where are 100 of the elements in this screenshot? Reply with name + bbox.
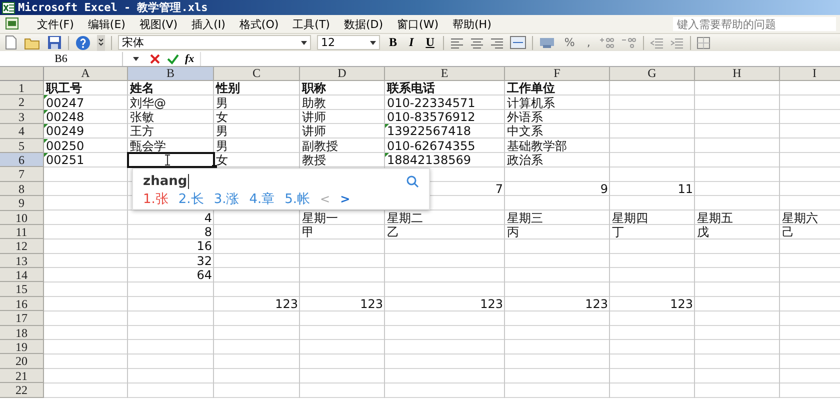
column-header[interactable]: C: [214, 67, 300, 81]
sheet-cell[interactable]: 男: [214, 138, 300, 153]
sheet-cell[interactable]: 女: [214, 110, 300, 124]
row-header[interactable]: 3: [0, 110, 44, 124]
menu-item[interactable]: 窗口(W): [390, 16, 446, 32]
sheet-cell[interactable]: 乙: [385, 224, 505, 240]
menu-item[interactable]: 工具(T): [286, 16, 337, 32]
candidate-word[interactable]: 1.张: [143, 190, 168, 208]
column-header[interactable]: B: [128, 67, 214, 81]
sheet-cell[interactable]: 32: [128, 254, 214, 268]
sheet-cell[interactable]: 星期四: [610, 210, 695, 225]
sheet-cell[interactable]: 职工号: [44, 81, 128, 96]
sheet-cell[interactable]: 00247: [44, 95, 128, 110]
row-header[interactable]: 20: [0, 354, 44, 369]
sheet-cell[interactable]: 11: [610, 182, 695, 196]
percent-button[interactable]: %: [561, 35, 578, 50]
sheet-cell[interactable]: 123: [385, 296, 505, 312]
sheet-cell[interactable]: 64: [128, 268, 214, 282]
underline-button[interactable]: U: [422, 35, 438, 50]
menu-item[interactable]: 格式(O): [232, 16, 286, 32]
sheet-cell[interactable]: 星期三: [505, 210, 610, 225]
sheet-cell[interactable]: 星期一: [300, 210, 385, 225]
sheet-cell[interactable]: 戊: [695, 224, 780, 240]
row-header[interactable]: 8: [0, 182, 44, 196]
row-header[interactable]: 22: [0, 383, 44, 398]
sheet-cell[interactable]: 讲师: [300, 110, 385, 124]
menu-item[interactable]: 文件(F): [30, 16, 81, 32]
sheet-cell[interactable]: 9: [505, 182, 610, 196]
sheet-cell[interactable]: 外语系: [505, 110, 610, 124]
sheet-cell[interactable]: 联系电话: [385, 81, 505, 96]
row-header[interactable]: 5: [0, 138, 44, 153]
sheet-cell[interactable]: 己: [780, 224, 840, 240]
candidate-word[interactable]: 5.帐: [284, 190, 310, 208]
sheet-cell[interactable]: 010-62674355: [385, 138, 505, 153]
sheet-cell[interactable]: 教授: [300, 152, 385, 168]
font-dropdown[interactable]: 宋体: [118, 35, 311, 50]
sheet-cell[interactable]: 00251: [44, 152, 128, 168]
sheet-cell[interactable]: 刘华@: [128, 95, 214, 110]
comma-button[interactable]: ,: [584, 35, 594, 50]
menu-item[interactable]: 插入(I): [184, 16, 232, 32]
row-header[interactable]: 1: [0, 81, 44, 96]
sheet-cell[interactable]: 副教授: [300, 138, 385, 153]
row-header[interactable]: 9: [0, 196, 44, 211]
row-header[interactable]: 11: [0, 224, 44, 240]
row-header[interactable]: 16: [0, 296, 44, 312]
sheet-cell[interactable]: 010-22334571: [385, 95, 505, 110]
sheet-cell[interactable]: 丁: [610, 224, 695, 240]
row-header[interactable]: 6: [0, 152, 44, 168]
sheet-cell[interactable]: 讲师: [300, 124, 385, 139]
sheet-cell[interactable]: 职称: [300, 81, 385, 96]
column-header[interactable]: G: [610, 67, 695, 81]
sheet-cell[interactable]: 00249: [44, 124, 128, 139]
sheet-cell[interactable]: 中文系: [505, 124, 610, 139]
pinyin-input[interactable]: zhang: [143, 174, 190, 189]
sheet-cell[interactable]: 丙: [505, 224, 610, 240]
row-header[interactable]: 15: [0, 282, 44, 297]
sheet-cell[interactable]: 甲: [300, 224, 385, 240]
sheet-cell[interactable]: 女: [214, 152, 300, 168]
menu-item[interactable]: 数据(D): [336, 16, 390, 32]
row-header[interactable]: 7: [0, 167, 44, 182]
sheet-cell[interactable]: 18842138569: [385, 152, 505, 168]
sheet-cell[interactable]: 123: [610, 296, 695, 312]
row-header[interactable]: 12: [0, 239, 44, 254]
column-header[interactable]: D: [300, 67, 385, 81]
sheet-cell[interactable]: 123: [300, 296, 385, 312]
sheet-cell[interactable]: 王方: [128, 124, 214, 139]
name-box[interactable]: B6: [0, 52, 123, 66]
insert-function-button[interactable]: fx: [185, 52, 194, 64]
sheet-cell[interactable]: 13922567418: [385, 124, 505, 139]
sheet-cell[interactable]: 16: [128, 239, 214, 254]
sheet-cell[interactable]: 基础教学部: [505, 138, 610, 153]
next-page-button[interactable]: >: [340, 192, 350, 206]
column-header[interactable]: A: [44, 67, 128, 81]
row-header[interactable]: 18: [0, 326, 44, 340]
menu-item[interactable]: 帮助(H): [446, 16, 498, 32]
sheet-cell[interactable]: 010-83576912: [385, 110, 505, 124]
column-header[interactable]: F: [505, 67, 610, 81]
row-header[interactable]: 21: [0, 368, 44, 384]
sheet-cell[interactable]: 性别: [214, 81, 300, 96]
font-size-dropdown[interactable]: 12: [317, 35, 380, 50]
row-header[interactable]: 19: [0, 340, 44, 354]
row-header[interactable]: 10: [0, 210, 44, 225]
sheet-cell[interactable]: 甄会学: [128, 138, 214, 153]
row-header[interactable]: 2: [0, 95, 44, 110]
candidate-word[interactable]: 3.涨: [214, 190, 240, 208]
sheet-cell[interactable]: 8: [128, 224, 214, 240]
column-header[interactable]: I: [780, 67, 840, 81]
sheet-cell[interactable]: 姓名: [128, 81, 214, 96]
help-search-field[interactable]: 键入需要帮助的问题: [673, 17, 836, 31]
sheet-cell[interactable]: 男: [214, 95, 300, 110]
sheet-cell[interactable]: 张敏: [128, 110, 214, 124]
row-header[interactable]: 17: [0, 311, 44, 326]
bold-button[interactable]: B: [386, 35, 400, 50]
sheet-cell[interactable]: 123: [214, 296, 300, 312]
row-header[interactable]: 13: [0, 254, 44, 268]
row-header[interactable]: 4: [0, 124, 44, 139]
candidate-word[interactable]: 4.章: [249, 190, 275, 208]
sheet-cell[interactable]: 星期五: [695, 210, 780, 225]
sheet-cell[interactable]: 123: [505, 296, 610, 312]
menu-item[interactable]: 视图(V): [132, 16, 185, 32]
